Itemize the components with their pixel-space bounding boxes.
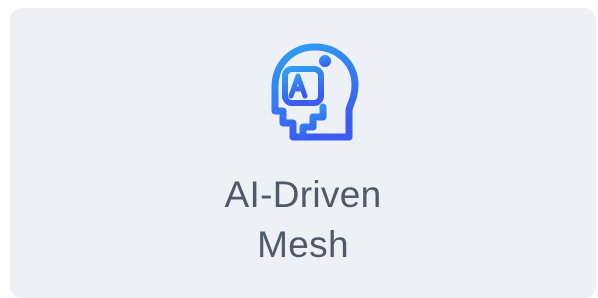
feature-title-line-1: AI-Driven	[224, 174, 382, 215]
feature-title-line-2: Mesh	[257, 224, 349, 265]
feature-title: AI-Driven Mesh	[10, 170, 596, 270]
feature-card-ai-driven-mesh[interactable]: AI-Driven Mesh	[10, 8, 596, 298]
ai-head-icon	[263, 41, 363, 149]
